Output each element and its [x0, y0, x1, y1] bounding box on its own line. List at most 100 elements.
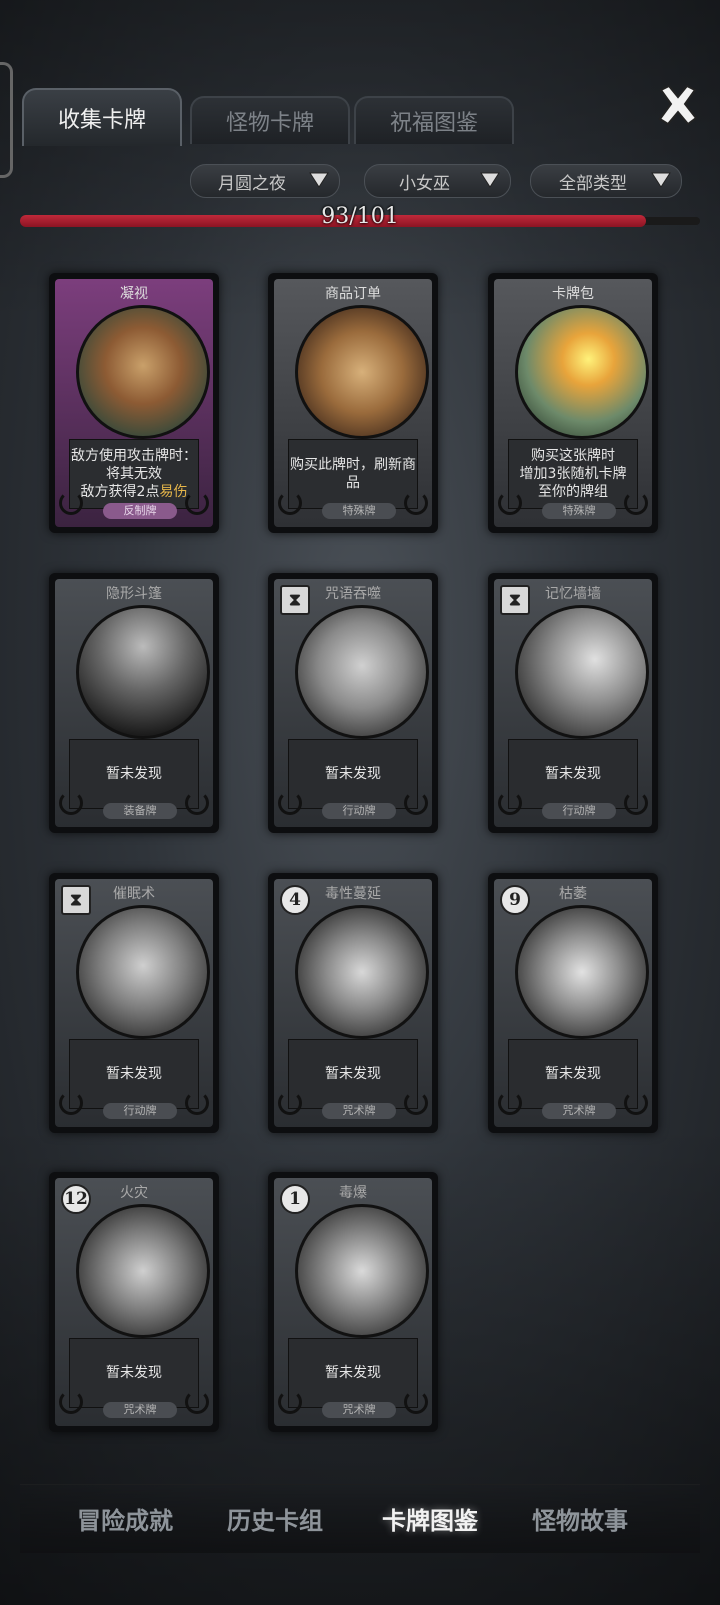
filter-bar: 月圆之夜 小女巫 全部类型 [190, 164, 695, 198]
card-frame: 隐形斗篷 暂未发现 装备牌 [55, 579, 213, 827]
card-type-tag: 行动牌 [103, 1103, 177, 1119]
swirl-ornament-icon [278, 1091, 302, 1115]
card-title: 隐形斗篷 [106, 586, 162, 602]
card-cost-badge: 9 [500, 885, 530, 915]
card-8[interactable]: 毒性蔓延 暂未发现 咒术牌 4 [268, 873, 438, 1133]
card-type-tag: 行动牌 [542, 803, 616, 819]
card-description-line: 敌方使用攻击牌时： [71, 448, 197, 464]
card-portrait [76, 605, 210, 739]
card-description-line: 敌方获得2点易伤 [80, 484, 188, 500]
card-description: 暂未发现 [508, 739, 638, 809]
card-portrait [515, 305, 649, 439]
card-portrait [295, 305, 429, 439]
card-description: 暂未发现 [69, 739, 199, 809]
swirl-ornament-icon [498, 491, 522, 515]
swirl-ornament-icon [278, 791, 302, 815]
card-type-tag: 行动牌 [322, 803, 396, 819]
card-type-tag: 特殊牌 [322, 503, 396, 519]
swirl-ornament-icon [624, 1091, 648, 1115]
card-frame: 记忆墙墙 暂未发现 行动牌 ⧗ [494, 579, 652, 827]
swirl-ornament-icon [498, 1091, 522, 1115]
card-description-line: 暂未发现 [325, 1365, 381, 1381]
swirl-ornament-icon [59, 1091, 83, 1115]
swirl-ornament-icon [498, 791, 522, 815]
card-frame: 咒语吞噬 暂未发现 行动牌 ⧗ [274, 579, 432, 827]
card-7[interactable]: 催眠术 暂未发现 行动牌 ⧗ [49, 873, 219, 1133]
card-frame: 凝视 敌方使用攻击牌时： 将其无效 敌方获得2点易伤 反制牌 [55, 279, 213, 527]
card-description: 暂未发现 [508, 1039, 638, 1109]
card-portrait [295, 905, 429, 1039]
tab-monster-cards[interactable]: 怪物卡牌 [190, 96, 350, 144]
hourglass-icon: ⧗ [500, 585, 530, 615]
card-portrait [76, 905, 210, 1039]
card-5[interactable]: 咒语吞噬 暂未发现 行动牌 ⧗ [268, 573, 438, 833]
card-frame: 毒爆 暂未发现 咒术牌 1 [274, 1178, 432, 1426]
card-description: 购买此牌时，刷新商品 [288, 439, 418, 509]
dropdown-icon [480, 172, 500, 188]
card-3[interactable]: 卡牌包 购买这张牌时 增加3张随机卡牌 至你的牌组 特殊牌 [488, 273, 658, 533]
swirl-ornament-icon [624, 491, 648, 515]
card-type-tag: 特殊牌 [542, 503, 616, 519]
nav-monster-stories[interactable]: 怪物故事 [505, 1501, 655, 1536]
keyword-highlight: 易伤 [159, 484, 188, 500]
card-portrait [76, 305, 210, 439]
card-description-line: 暂未发现 [545, 766, 601, 782]
tab-blessing-codex[interactable]: 祝福图鉴 [354, 96, 514, 144]
card-description-line: 暂未发现 [106, 1365, 162, 1381]
card-title: 卡牌包 [552, 286, 594, 302]
swirl-ornament-icon [404, 791, 428, 815]
card-1[interactable]: 凝视 敌方使用攻击牌时： 将其无效 敌方获得2点易伤 反制牌 [49, 273, 219, 533]
card-type-tag: 咒术牌 [322, 1402, 396, 1418]
card-description: 暂未发现 [288, 739, 418, 809]
card-description-line: 暂未发现 [325, 1066, 381, 1082]
close-icon[interactable] [655, 82, 701, 128]
collection-progress: 93/101 [20, 204, 700, 230]
card-description-line: 增加3张随机卡牌 [519, 466, 627, 482]
card-description-line: 至你的牌组 [538, 484, 608, 500]
card-2[interactable]: 商品订单购买此牌时，刷新商品特殊牌 [268, 273, 438, 533]
card-frame: 卡牌包 购买这张牌时 增加3张随机卡牌 至你的牌组 特殊牌 [494, 279, 652, 527]
filter-character-label: 小女巫 [399, 173, 450, 194]
card-portrait [515, 905, 649, 1039]
card-cost-badge: 12 [61, 1184, 91, 1214]
card-frame: 火灾 暂未发现 咒术牌 12 [55, 1178, 213, 1426]
swirl-ornament-icon [404, 1091, 428, 1115]
card-type-tag: 咒术牌 [103, 1402, 177, 1418]
progress-text: 93/101 [321, 204, 399, 229]
card-description-line: 暂未发现 [106, 766, 162, 782]
card-portrait [515, 605, 649, 739]
swirl-ornament-icon [624, 791, 648, 815]
card-description: 敌方使用攻击牌时： 将其无效 敌方获得2点易伤 [69, 439, 199, 509]
filter-character[interactable]: 小女巫 [364, 164, 511, 198]
dropdown-icon [651, 172, 671, 188]
nav-deck-history[interactable]: 历史卡组 [200, 1501, 350, 1536]
card-portrait [76, 1204, 210, 1338]
card-10[interactable]: 火灾 暂未发现 咒术牌 12 [49, 1172, 219, 1432]
dropdown-icon [309, 172, 329, 188]
filter-season-label: 月圆之夜 [218, 173, 286, 194]
bottom-nav: 冒险成就 历史卡组 卡牌图鉴 怪物故事 [20, 1484, 700, 1553]
card-description-line: 购买此牌时，刷新商品 [290, 457, 416, 491]
side-drawer-handle[interactable] [0, 62, 13, 178]
card-11[interactable]: 毒爆 暂未发现 咒术牌 1 [268, 1172, 438, 1432]
tab-bar: 收集卡牌 怪物卡牌 祝福图鉴 [22, 88, 532, 148]
hourglass-icon: ⧗ [280, 585, 310, 615]
card-cost-badge: 4 [280, 885, 310, 915]
card-frame: 商品订单购买此牌时，刷新商品特殊牌 [274, 279, 432, 527]
nav-card-codex[interactable]: 卡牌图鉴 [355, 1501, 505, 1536]
filter-season[interactable]: 月圆之夜 [190, 164, 340, 198]
swirl-ornament-icon [59, 791, 83, 815]
card-description: 购买这张牌时 增加3张随机卡牌 至你的牌组 [508, 439, 638, 509]
card-description-line: 暂未发现 [545, 1066, 601, 1082]
card-4[interactable]: 隐形斗篷 暂未发现 装备牌 [49, 573, 219, 833]
card-title: 凝视 [120, 286, 148, 302]
swirl-ornament-icon [59, 1390, 83, 1414]
swirl-ornament-icon [185, 1091, 209, 1115]
card-description-line: 购买这张牌时 [531, 448, 615, 464]
filter-type[interactable]: 全部类型 [530, 164, 682, 198]
card-title: 商品订单 [325, 286, 381, 302]
tab-collected-cards[interactable]: 收集卡牌 [22, 88, 182, 146]
card-6[interactable]: 记忆墙墙 暂未发现 行动牌 ⧗ [488, 573, 658, 833]
card-9[interactable]: 枯萎 暂未发现 咒术牌 9 [488, 873, 658, 1133]
nav-achievements[interactable]: 冒险成就 [50, 1501, 200, 1536]
